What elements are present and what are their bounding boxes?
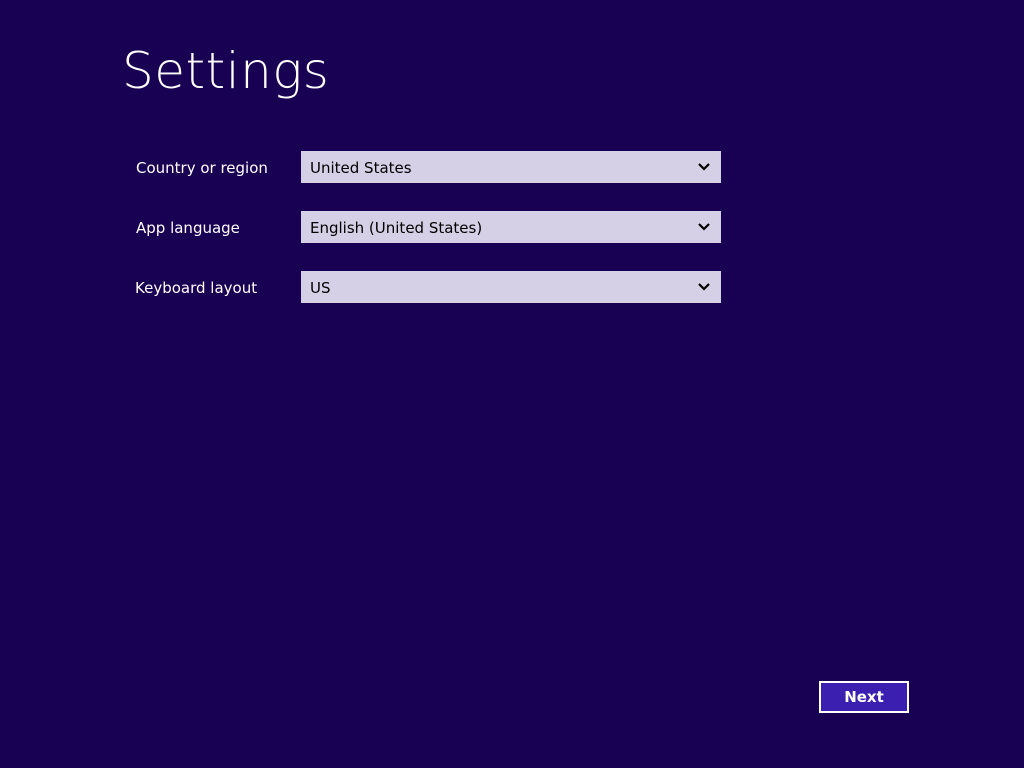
language-value: English (United States) [310,219,483,237]
country-row: Country or region United States [0,151,1024,183]
keyboard-label: Keyboard layout [135,279,258,297]
keyboard-select[interactable]: US [301,271,721,303]
country-label: Country or region [136,159,268,177]
keyboard-value: US [310,279,331,297]
settings-screen: Settings Country or region United States… [0,0,1024,768]
keyboard-row: Keyboard layout US [0,271,1024,303]
chevron-down-icon [698,223,710,231]
chevron-down-icon [698,163,710,171]
next-button[interactable]: Next [819,681,909,713]
language-label: App language [136,219,240,237]
page-title: Settings [122,42,330,100]
country-value: United States [310,159,412,177]
language-row: App language English (United States) [0,211,1024,243]
chevron-down-icon [698,283,710,291]
country-select[interactable]: United States [301,151,721,183]
language-select[interactable]: English (United States) [301,211,721,243]
